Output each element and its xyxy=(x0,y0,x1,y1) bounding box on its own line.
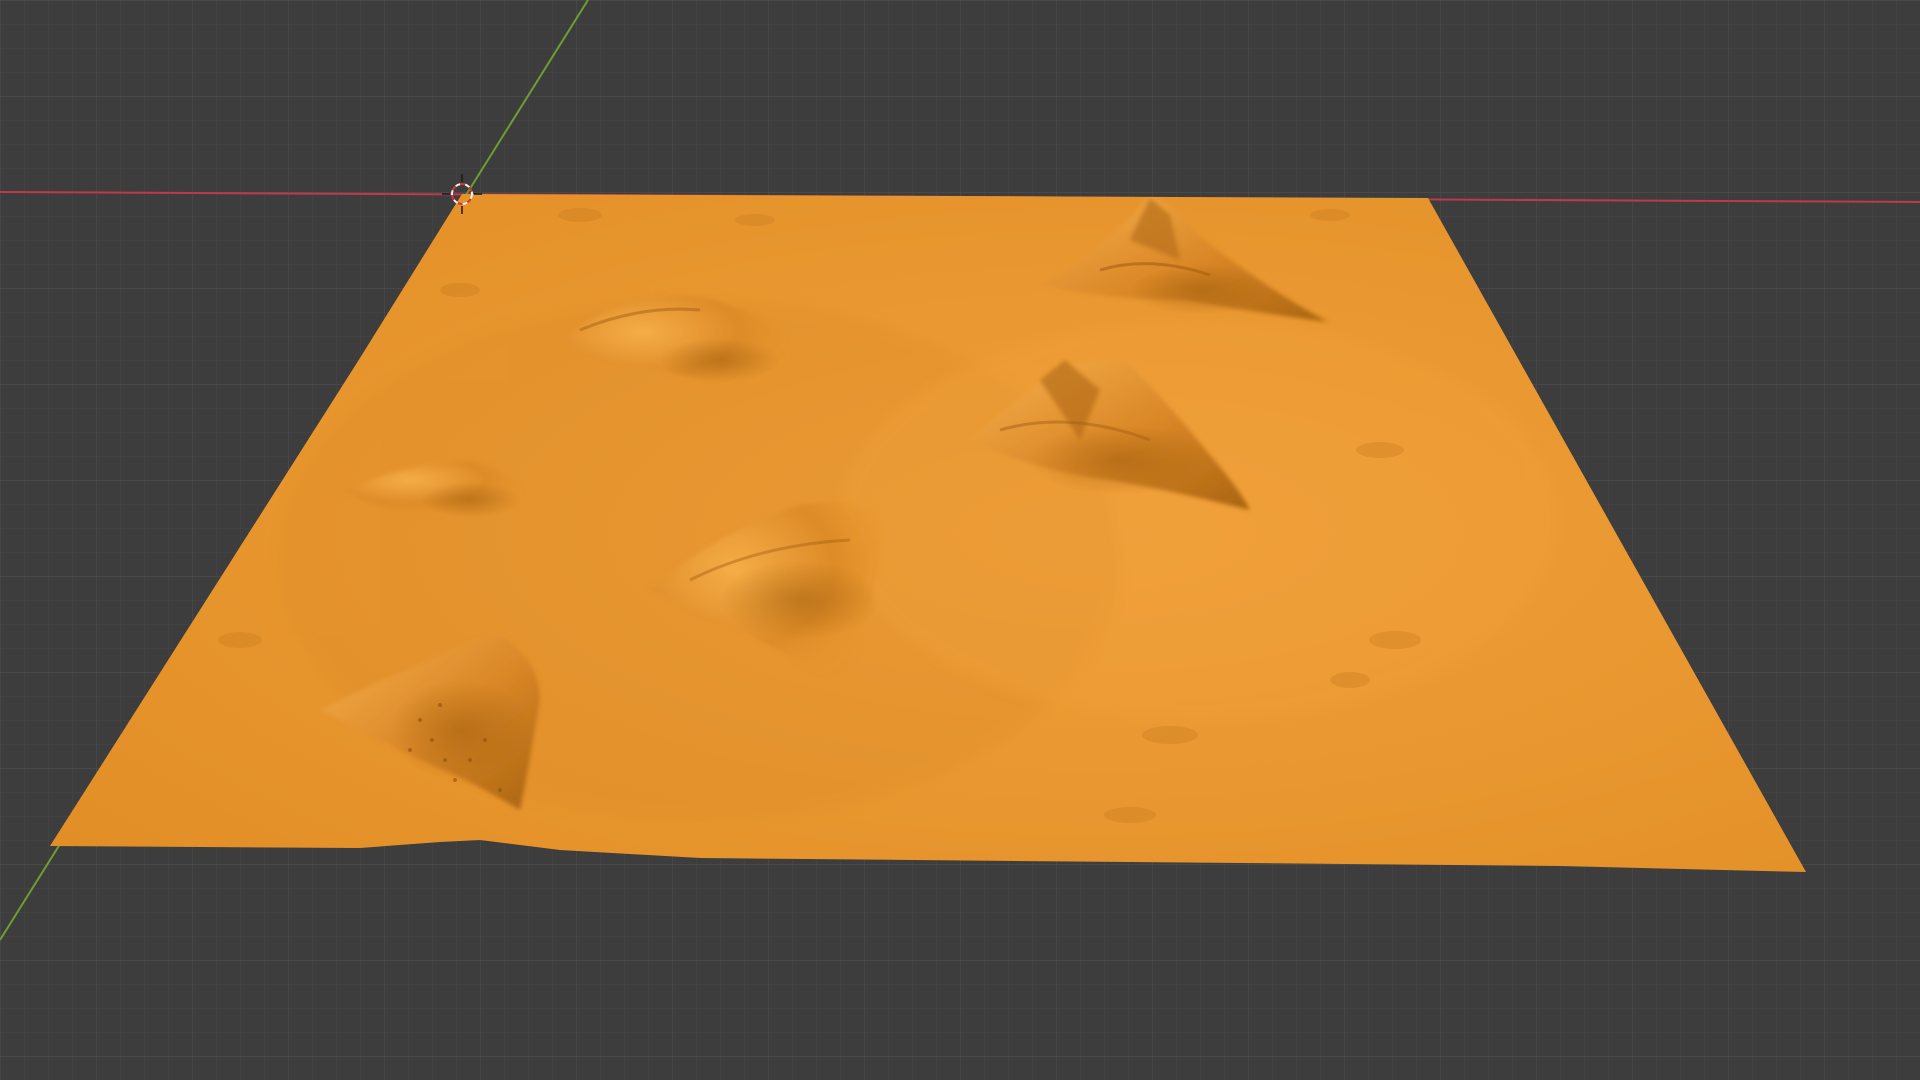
viewport-canvas[interactable] xyxy=(0,0,1920,1080)
3d-viewport[interactable] xyxy=(0,0,1920,1080)
